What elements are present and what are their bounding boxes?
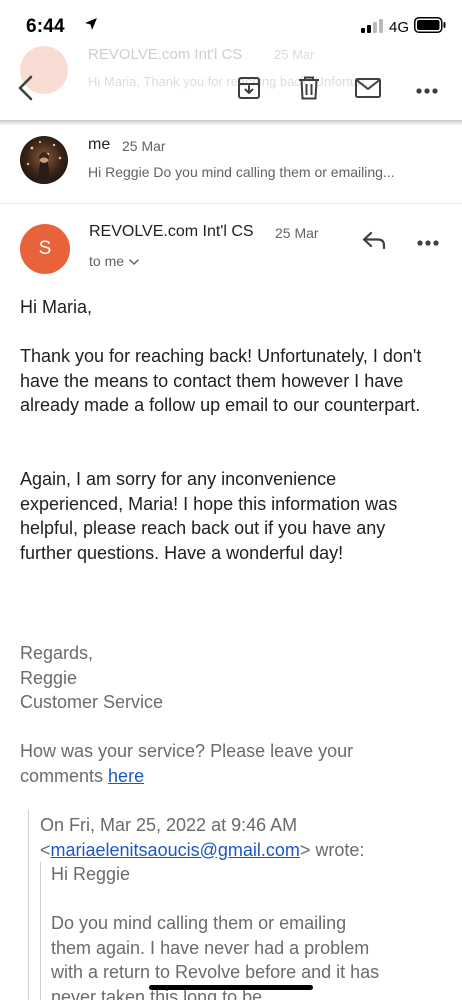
back-arrow-icon (17, 75, 35, 106)
body-paragraph: Again, I am sorry for any inconvenience … (20, 469, 398, 563)
avatar: S (20, 224, 70, 274)
feedback-text: How was your service? Please leave your … (20, 739, 410, 788)
collapsed-message[interactable]: me 25 Mar Hi Reggie Do you mind calling … (0, 126, 462, 204)
quoted-body: Hi Reggie Do you mind calling them or em… (40, 862, 462, 1000)
sender-name: REVOLVE.com Int'l CS (89, 223, 254, 240)
recipient-details-toggle[interactable]: to me (89, 253, 139, 269)
reply-button[interactable] (356, 226, 392, 258)
chevron-down-icon (129, 253, 139, 269)
quote-line: them again. I have never had a problem (51, 937, 370, 958)
feedback-prompt: How was your service? Please leave your … (20, 741, 354, 786)
network-label: 4G (389, 19, 410, 36)
quote-header-suffix: > wrote: (299, 839, 365, 860)
mail-icon (355, 77, 381, 103)
back-button[interactable] (8, 72, 44, 108)
avatar (20, 136, 68, 184)
quote-line: with a return to Revolve before and it h… (51, 962, 380, 982)
quote-email-link[interactable]: mariaelenitsaoucis@gmail.com (51, 840, 300, 860)
signature-name: Reggie (20, 667, 78, 688)
message-toolbar (0, 60, 462, 120)
location-arrow-icon (84, 17, 98, 36)
home-indicator[interactable] (149, 985, 313, 990)
more-icon (416, 81, 438, 99)
archive-icon (237, 76, 261, 105)
greeting: Hi Maria, (20, 297, 93, 317)
quote-spacer (51, 887, 462, 912)
status-time: 6:44 (26, 16, 65, 37)
archive-button[interactable] (231, 72, 267, 108)
message-snippet: Hi Reggie Do you mind calling them or em… (88, 164, 395, 180)
quote-greeting: Hi Reggie (51, 864, 131, 884)
message-header: S REVOLVE.com Int'l CS 25 Mar to me (0, 206, 462, 286)
more-icon (417, 233, 439, 251)
quote-line: Do you mind calling them or emailing (51, 913, 347, 933)
quote-header: On Fri, Mar 25, 2022 at 9:46 AM (40, 815, 298, 835)
signature-title: Customer Service (20, 692, 164, 712)
mark-unread-button[interactable] (350, 72, 386, 108)
battery-icon (414, 17, 446, 38)
feedback-link[interactable]: here (108, 766, 144, 786)
trash-icon (298, 76, 320, 105)
reply-icon (362, 231, 386, 254)
quoted-message: On Fri, Mar 25, 2022 at 9:46 AM <mariael… (28, 810, 462, 1000)
sender-name: me (88, 136, 111, 153)
message-more-button[interactable] (410, 226, 446, 258)
quote-header-sender: <mariaelenitsaoucis@gmail.com> wrote: (40, 839, 365, 860)
signoff: Regards, (20, 643, 94, 663)
message-date: 25 Mar (275, 225, 319, 241)
delete-button[interactable] (291, 72, 327, 108)
body-paragraph: Thank you for reaching back! Unfortunate… (20, 346, 422, 415)
recipient-label: to me (89, 253, 125, 269)
message-date: 25 Mar (122, 138, 166, 154)
more-options-button[interactable] (409, 72, 445, 108)
